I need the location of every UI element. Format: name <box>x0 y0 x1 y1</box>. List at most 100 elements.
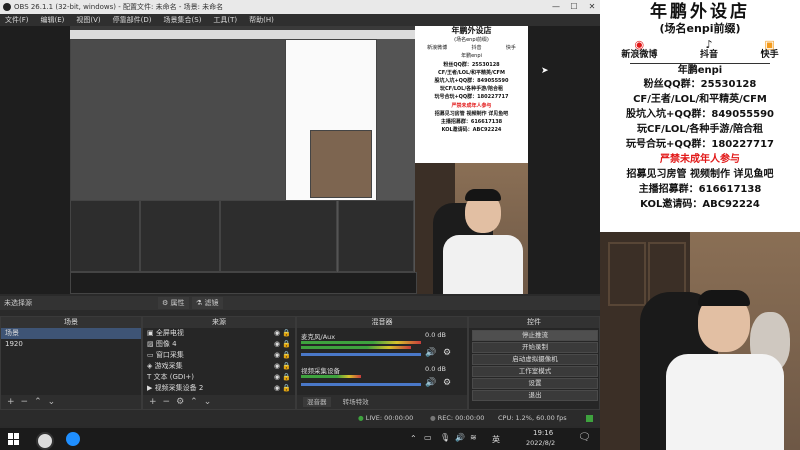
window-icon: ▭ <box>147 351 154 359</box>
group-line-2: 股坑入坑+QQ群：849055590 <box>625 109 774 120</box>
menu-docks[interactable]: 停靠部件(D) <box>113 16 152 24</box>
eye-icon[interactable]: ◉ 🔒 <box>274 339 291 350</box>
scenes-dock-title: 场景 <box>1 317 141 328</box>
image-icon: ▨ <box>147 340 154 348</box>
stop-streaming-button[interactable]: 停止推流 <box>472 330 598 341</box>
settings-button[interactable]: 设置 <box>472 378 598 389</box>
speaker-icon[interactable]: 🔊 <box>425 378 436 388</box>
streamer-hair <box>698 290 750 306</box>
anchor-recruit-line: 主播招募群：616617138 <box>638 184 762 195</box>
studio-mode-button[interactable]: 工作室模式 <box>472 366 598 377</box>
weibo-link[interactable]: ◉ 新浪微博 <box>621 39 657 61</box>
chevron-up-icon[interactable]: ⌃ <box>190 397 198 407</box>
taskbar: ⌃ ▭ 🎙 🔊 ≋ 英 19:16 2022/8/2 🗨 <box>0 428 600 450</box>
obs-window: OBS 26.1.1 (32-bit, windows) - 配置文件: 未命名… <box>0 0 600 450</box>
volume-slider[interactable] <box>301 353 421 356</box>
clock-time[interactable]: 19:16 <box>533 429 553 437</box>
source-item[interactable]: ▭ 窗口采集 ◉ 🔒 <box>143 350 295 361</box>
ime-indicator[interactable]: 英 <box>492 434 500 445</box>
menu-help[interactable]: 帮助(H) <box>249 16 274 24</box>
status-bar: ● LIVE: 00:00:00 ● REC: 00:00:00 CPU: 1.… <box>0 410 600 426</box>
source-item[interactable]: ▣ 全屏电视 ◉ 🔒 <box>143 328 295 339</box>
eye-icon[interactable]: ◉ 🔒 <box>274 361 291 372</box>
windows-start-icon[interactable] <box>8 433 20 445</box>
add-icon[interactable]: + <box>149 397 157 407</box>
text-icon: T <box>147 373 152 381</box>
streamer-shirt <box>443 235 523 294</box>
volume-icon[interactable]: 🔊 <box>455 433 465 442</box>
chevron-down-icon[interactable]: ⌄ <box>48 397 56 407</box>
live-status: ● LIVE: 00:00:00 <box>358 414 414 422</box>
games-line: CF/王者/LOL/和平精英/CFM <box>633 94 767 105</box>
obs-taskbar-icon[interactable] <box>36 432 54 450</box>
exit-button[interactable]: 退出 <box>472 390 598 401</box>
filter-icon: ⚗ <box>196 299 203 307</box>
mixer-dock-title: 混音器 <box>297 317 467 328</box>
add-icon[interactable]: + <box>7 397 15 407</box>
douyin-link[interactable]: ♪ 抖音 <box>700 39 718 61</box>
streamer-shirt <box>666 354 784 450</box>
source-item[interactable]: T 文本 (GDI+) ◉ 🔒 <box>143 372 295 383</box>
gear-icon: ⚙ <box>162 299 169 307</box>
remove-icon[interactable]: − <box>21 397 29 407</box>
eye-icon[interactable]: ◉ 🔒 <box>274 328 291 339</box>
menu-scene-collection[interactable]: 场景集合(S) <box>164 16 202 24</box>
source-toolbar: 未选择源 ⚙ 属性 ⚗ 滤镜 <box>0 296 600 310</box>
poster-nickname: 年鹏enpi <box>677 65 723 76</box>
mixer-channel-name: 麦克风/Aux <box>301 333 336 341</box>
chevron-down-icon[interactable]: ⌄ <box>204 397 212 407</box>
gear-icon[interactable]: ⚙ <box>176 397 184 407</box>
volume-slider[interactable] <box>301 383 421 386</box>
promo-poster: 年鹏外设店 (场名enpi前缀) ◉ 新浪微博 ♪ 抖音 ▣ 快手 年鹏enpi 粉丝… <box>600 0 800 232</box>
chevron-up-icon[interactable]: ⌃ <box>410 434 417 443</box>
close-button[interactable]: ✕ <box>584 0 600 14</box>
menu-file[interactable]: 文件(F) <box>5 16 29 24</box>
notification-icon[interactable]: 🗨 <box>578 432 591 443</box>
microphone-icon[interactable]: 🎙 <box>440 433 450 442</box>
scenes-dock: 场景 场景 1920 + − ⌃ ⌄ <box>0 316 142 410</box>
source-item[interactable]: ◈ 游戏采集 ◉ 🔒 <box>143 361 295 372</box>
menu-edit[interactable]: 编辑(E) <box>41 16 65 24</box>
mixer-channel-db: 0.0 dB <box>425 365 446 373</box>
gear-icon[interactable]: ⚙ <box>443 348 451 358</box>
properties-button[interactable]: ⚙ 属性 <box>158 297 189 309</box>
nested-capture <box>70 30 417 294</box>
tab-mixer[interactable]: 混音器 <box>303 397 331 407</box>
stream-overlay-panel: 年鹏外设店 (场名enpi前缀) ◉ 新浪微博 ♪ 抖音 ▣ 快手 年鹏enpi 粉丝… <box>600 0 800 450</box>
gamepad-icon: ◈ <box>147 362 153 370</box>
poster-subtitle: (场名enpi前缀) <box>659 22 741 35</box>
network-icon[interactable]: ▭ <box>424 433 432 442</box>
source-item[interactable]: ▨ 图像 4 ◉ 🔒 <box>143 339 295 350</box>
no-source-selected-label: 未选择源 <box>4 299 32 307</box>
scene-item[interactable]: 1920 <box>1 339 141 350</box>
maximize-button[interactable]: ☐ <box>566 0 582 14</box>
remove-icon[interactable]: − <box>163 397 171 407</box>
webcam-feed <box>600 232 800 450</box>
wifi-icon[interactable]: ≋ <box>470 433 477 442</box>
kol-code-line: KOL邀请码：ABC92224 <box>640 199 760 210</box>
mixer-channel-name: 视频采集设备 <box>301 367 340 375</box>
minimize-button[interactable]: — <box>548 0 564 14</box>
start-recording-button[interactable]: 开始录制 <box>472 342 598 353</box>
tab-transitions[interactable]: 转场特效 <box>339 397 373 407</box>
gear-icon[interactable]: ⚙ <box>443 378 451 388</box>
menu-view[interactable]: 视图(V) <box>76 16 100 24</box>
clock-date[interactable]: 2022/8/2 <box>526 439 555 447</box>
browser-taskbar-icon[interactable] <box>66 432 80 446</box>
audio-meter <box>301 375 361 378</box>
kuaishou-icon: ▣ <box>764 38 775 51</box>
stream-health-icon <box>586 415 593 422</box>
source-item[interactable]: ▶ 视频采集设备 2 ◉ 🔒 <box>143 383 295 394</box>
douyin-icon: ♪ <box>705 38 713 51</box>
mouse-cursor-icon: ➤ <box>541 66 549 76</box>
eye-icon[interactable]: ◉ 🔒 <box>274 372 291 383</box>
scene-item[interactable]: 场景 <box>1 328 141 339</box>
filters-button[interactable]: ⚗ 滤镜 <box>192 297 223 309</box>
chevron-up-icon[interactable]: ⌃ <box>34 397 42 407</box>
kuaishou-link[interactable]: ▣ 快手 <box>761 39 779 61</box>
eye-icon[interactable]: ◉ 🔒 <box>274 383 291 394</box>
menu-tools[interactable]: 工具(T) <box>213 16 237 24</box>
virtual-camera-button[interactable]: 启动虚拟摄像机 <box>472 354 598 365</box>
eye-icon[interactable]: ◉ 🔒 <box>274 350 291 361</box>
speaker-icon[interactable]: 🔊 <box>425 348 436 358</box>
